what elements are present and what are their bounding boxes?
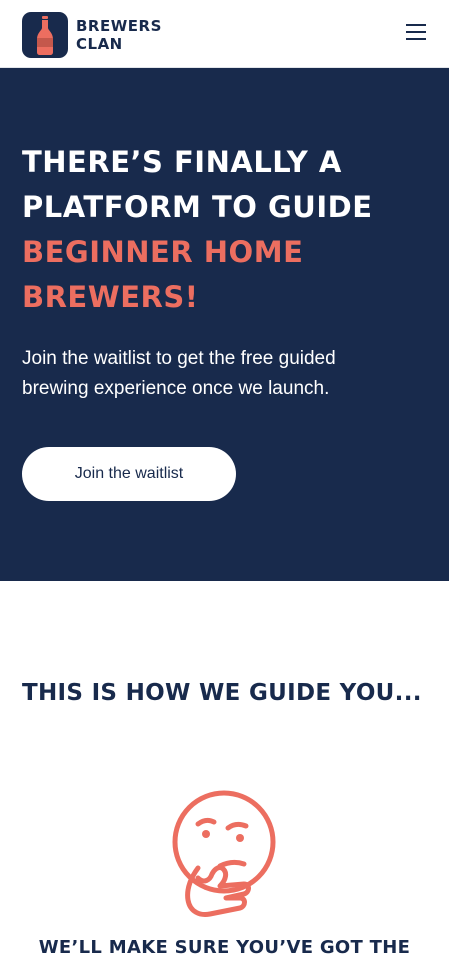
hero-title: THERE’S FINALLY A PLATFORM TO GUIDE BEGI…: [22, 140, 432, 320]
site-header: BREWERS CLAN: [0, 0, 449, 68]
brand-name-line2: CLAN: [76, 35, 123, 53]
hero-title-line1: THERE’S FINALLY A: [22, 145, 342, 179]
join-waitlist-button[interactable]: Join the waitlist: [22, 447, 236, 501]
hamburger-menu-icon[interactable]: [405, 24, 427, 44]
menu-bar: [406, 31, 426, 33]
hero-subtitle: Join the waitlist to get the free guided…: [22, 344, 422, 404]
brand-logo-link[interactable]: BREWERS CLAN: [22, 12, 162, 58]
hero-title-line2: PLATFORM TO GUIDE: [22, 190, 373, 224]
menu-bar: [406, 38, 426, 40]
hero-title-accent-line1: BEGINNER HOME: [22, 235, 304, 269]
beer-bottle-icon: [22, 12, 68, 58]
hero-title-accent-line2: BREWERS!: [22, 280, 199, 314]
brand-name-line1: BREWERS: [76, 17, 162, 35]
hero-section: THERE’S FINALLY A PLATFORM TO GUIDE BEGI…: [0, 68, 449, 581]
guide-section-title: THIS IS HOW WE GUIDE YOU...: [22, 680, 422, 706]
hero-subtitle-line1: Join the waitlist to get the free guided: [22, 348, 336, 369]
thinking-face-icon: [168, 790, 280, 920]
brand-name: BREWERS CLAN: [76, 17, 162, 53]
hero-subtitle-line2: brewing experience once we launch.: [22, 378, 330, 399]
guide-step-text: WE’LL MAKE SURE YOU’VE GOT THE: [38, 937, 411, 958]
menu-bar: [406, 24, 426, 26]
